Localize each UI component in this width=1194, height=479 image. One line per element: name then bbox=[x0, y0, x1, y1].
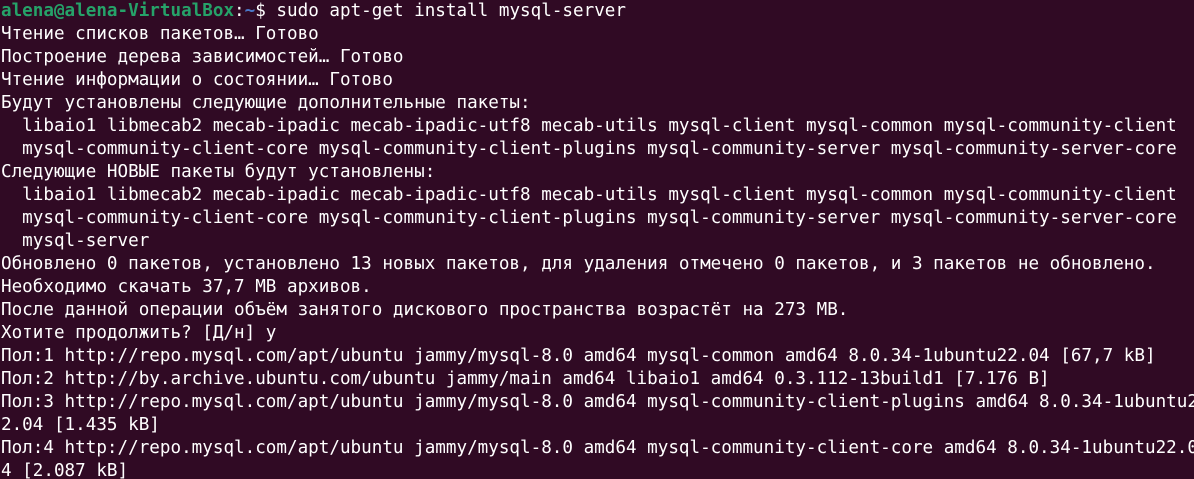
terminal-window[interactable]: alena@alena-VirtualBox:~$ sudo apt-get i… bbox=[0, 0, 1194, 479]
output-line: Пол:1 http://repo.mysql.com/apt/ubuntu j… bbox=[1, 346, 1156, 366]
prompt-user-host: alena@alena-VirtualBox bbox=[1, 1, 235, 21]
output-line: Пол:4 http://repo.mysql.com/apt/ubuntu j… bbox=[1, 438, 1194, 458]
output-line: Пол:2 http://by.archive.ubuntu.com/ubunt… bbox=[1, 369, 1050, 389]
output-line: mysql-server bbox=[1, 231, 150, 251]
output-line: Хотите продолжить? [Д/н] y bbox=[1, 323, 277, 343]
output-line: Построение дерева зависимостей… Готово bbox=[1, 47, 404, 67]
output-line: mysql-community-client-core mysql-commun… bbox=[1, 208, 1177, 228]
command-text: sudo apt-get install mysql-server bbox=[276, 1, 626, 21]
output-line: Необходимо скачать 37,7 MB архивов. bbox=[1, 277, 372, 297]
output-line: libaio1 libmecab2 mecab-ipadic mecab-ipa… bbox=[1, 116, 1177, 136]
prompt-path: ~ bbox=[244, 1, 256, 21]
prompt-symbol: $ bbox=[255, 1, 277, 21]
output-line: libaio1 libmecab2 mecab-ipadic mecab-ipa… bbox=[1, 185, 1177, 205]
output-line: mysql-community-client-core mysql-commun… bbox=[1, 139, 1177, 159]
command-prompt-line: alena@alena-VirtualBox:~$ sudo apt-get i… bbox=[1, 0, 1194, 23]
output-line: Будут установлены следующие дополнительн… bbox=[1, 93, 531, 113]
output-line: Обновлено 0 пакетов, установлено 13 новы… bbox=[1, 254, 1156, 274]
output-line: После данной операции объём занятого дис… bbox=[1, 300, 849, 320]
output-line: Чтение списков пакетов… Готово bbox=[1, 24, 319, 44]
output-line: 2.04 [1.435 kB] bbox=[1, 415, 160, 435]
output-line: Чтение информации о состоянии… Готово bbox=[1, 70, 393, 90]
output-line: 4 [2.087 kB] bbox=[1, 461, 129, 479]
output-line: Следующие НОВЫЕ пакеты будут установлены… bbox=[1, 162, 436, 182]
output-line: Пол:3 http://repo.mysql.com/apt/ubuntu j… bbox=[1, 392, 1194, 412]
prompt-separator: : bbox=[234, 1, 245, 21]
